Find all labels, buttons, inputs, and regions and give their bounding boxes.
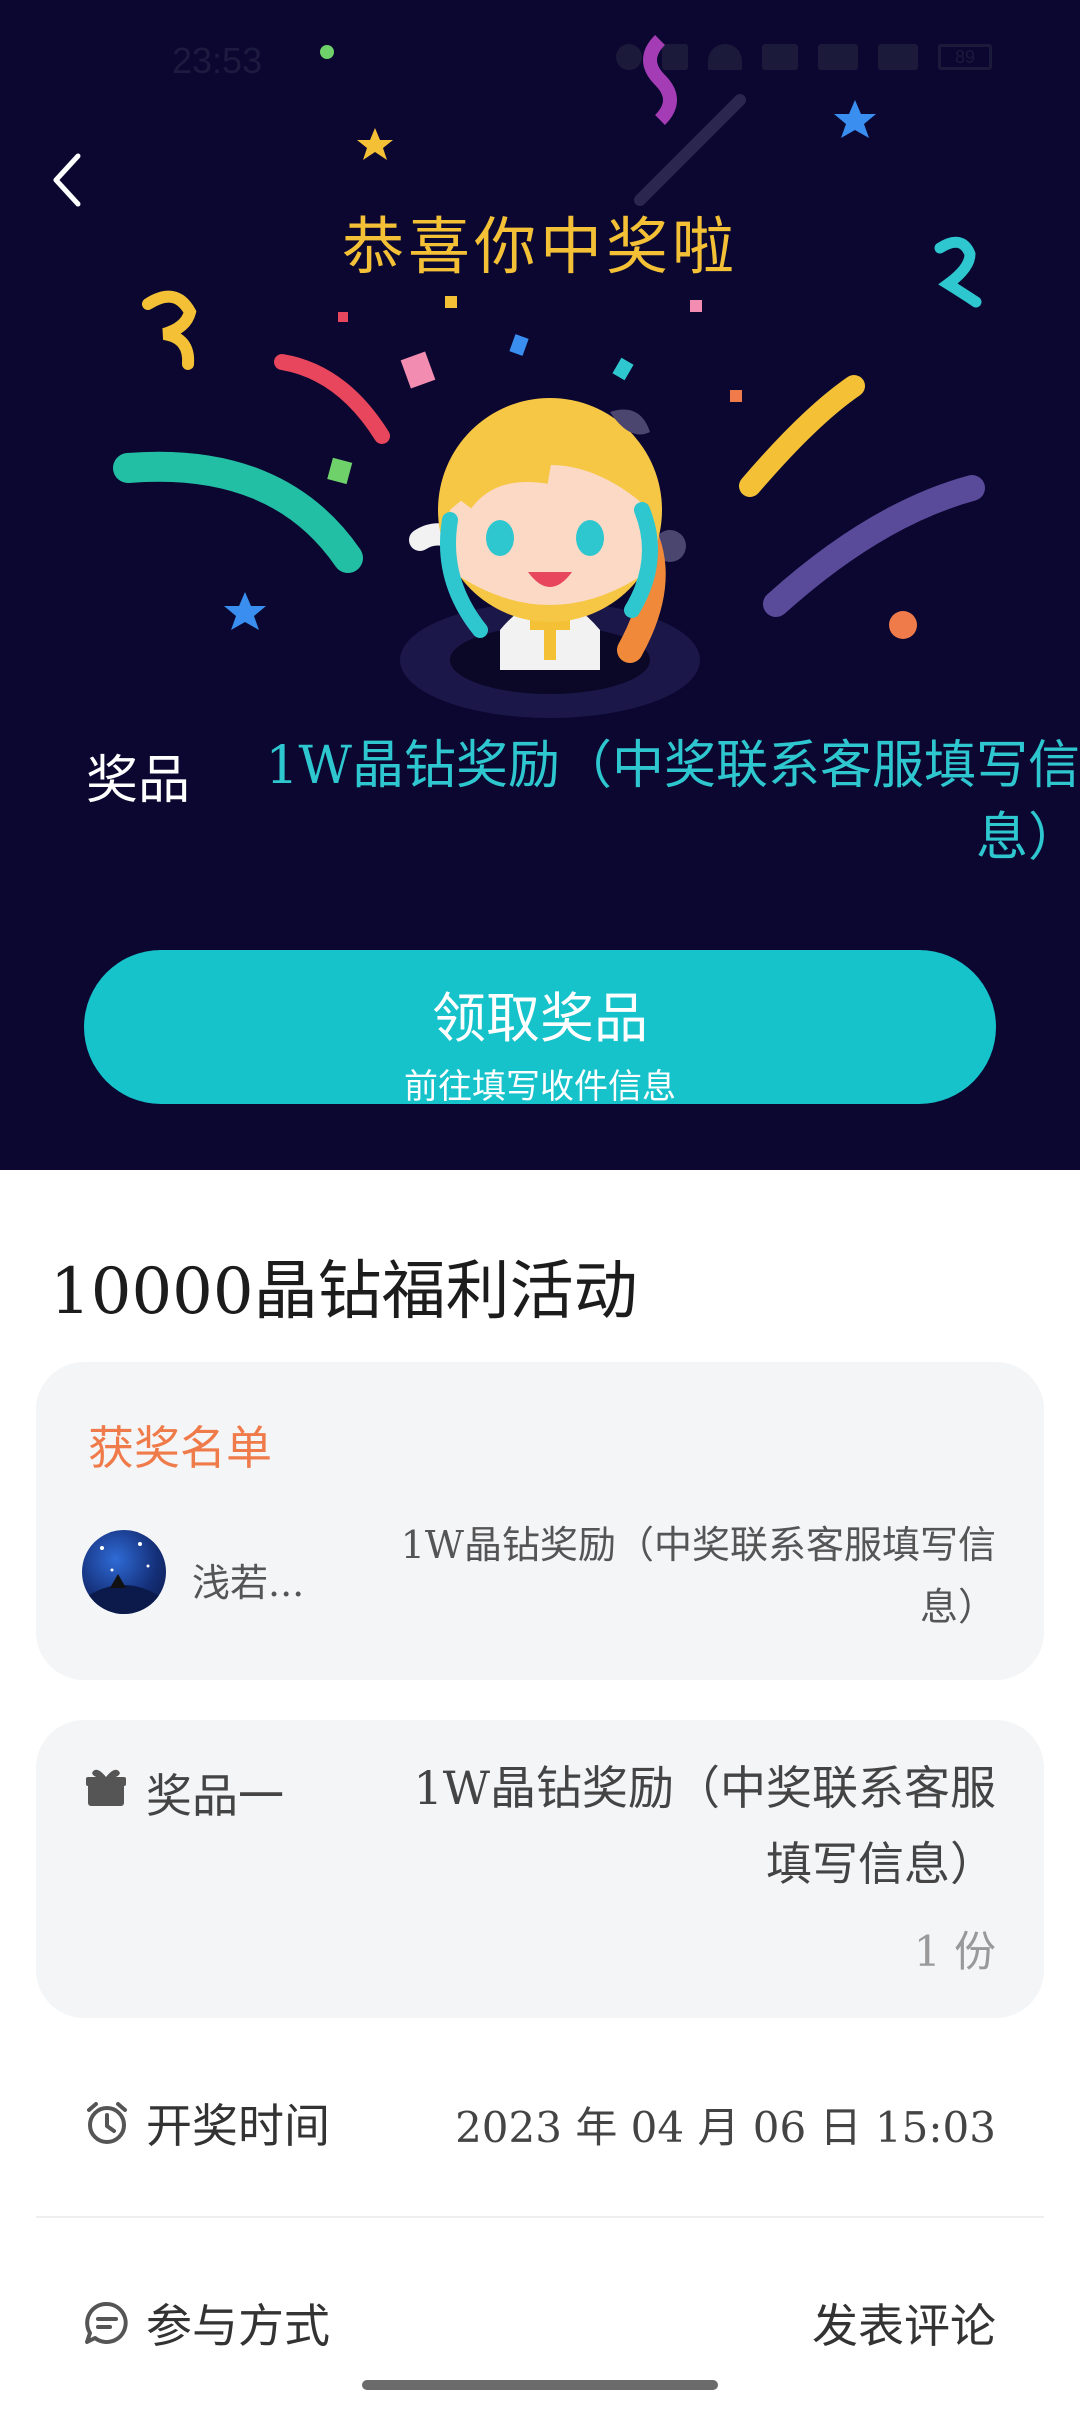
avatar: [82, 1530, 166, 1614]
prize-value: 1W晶钻奖励（中奖联系客服填写信息）: [265, 736, 1080, 868]
winner-prize: 1W晶钻奖励（中奖联系客服填写信息）: [400, 1523, 996, 1629]
prize-item-count: 1 份: [913, 1927, 996, 1976]
mascot-illustration: [400, 398, 700, 718]
draw-time-row: 开奖时间 2023 年 04 月 06 日 15:03: [36, 2060, 1044, 2218]
page-title: 恭喜你中奖啦: [341, 210, 738, 283]
home-indicator[interactable]: [362, 2380, 718, 2390]
winners-title: 获奖名单: [88, 1421, 272, 1475]
comment-icon: [85, 2302, 128, 2344]
gift-icon: [86, 1769, 126, 1806]
winners-card: 获奖名单 浅若... 1W晶钻奖励（中奖联系客服填写信息）: [36, 1362, 1044, 1680]
alarm-clock-icon: [87, 2102, 127, 2144]
winner-name: 浅若...: [192, 1561, 305, 1605]
claim-button-sublabel: 前往填写收件信息: [404, 1067, 676, 1107]
prize-item-label: 奖品一: [146, 1769, 284, 1823]
prize-item-value: 1W晶钻奖励（中奖联系客服填写信息）: [413, 1761, 996, 1891]
participation-label: 参与方式: [146, 2299, 330, 2353]
post-comment-link[interactable]: 发表评论: [812, 2290, 996, 2356]
claim-prize-button[interactable]: 领取奖品 前往填写收件信息: [84, 950, 996, 1107]
draw-time-label: 开奖时间: [146, 2099, 330, 2153]
participation-row: 参与方式 发表评论: [36, 2260, 1044, 2380]
draw-time-value: 2023 年 04 月 06 日 15:03: [455, 2103, 996, 2152]
hero-banner: 23:53 89 恭喜你中奖啦 奖品 1W晶钻奖励（中奖联系客服填写信息） 领取…: [0, 0, 1080, 1170]
claim-button-label: 领取奖品: [432, 987, 648, 1050]
prize-label: 奖品: [86, 751, 191, 811]
prize-detail-card: 奖品一 1W晶钻奖励（中奖联系客服填写信息） 1 份: [36, 1720, 1044, 2018]
activity-title: 10000晶钻福利活动: [50, 1255, 638, 1329]
avatar-image: [82, 1542, 166, 1614]
